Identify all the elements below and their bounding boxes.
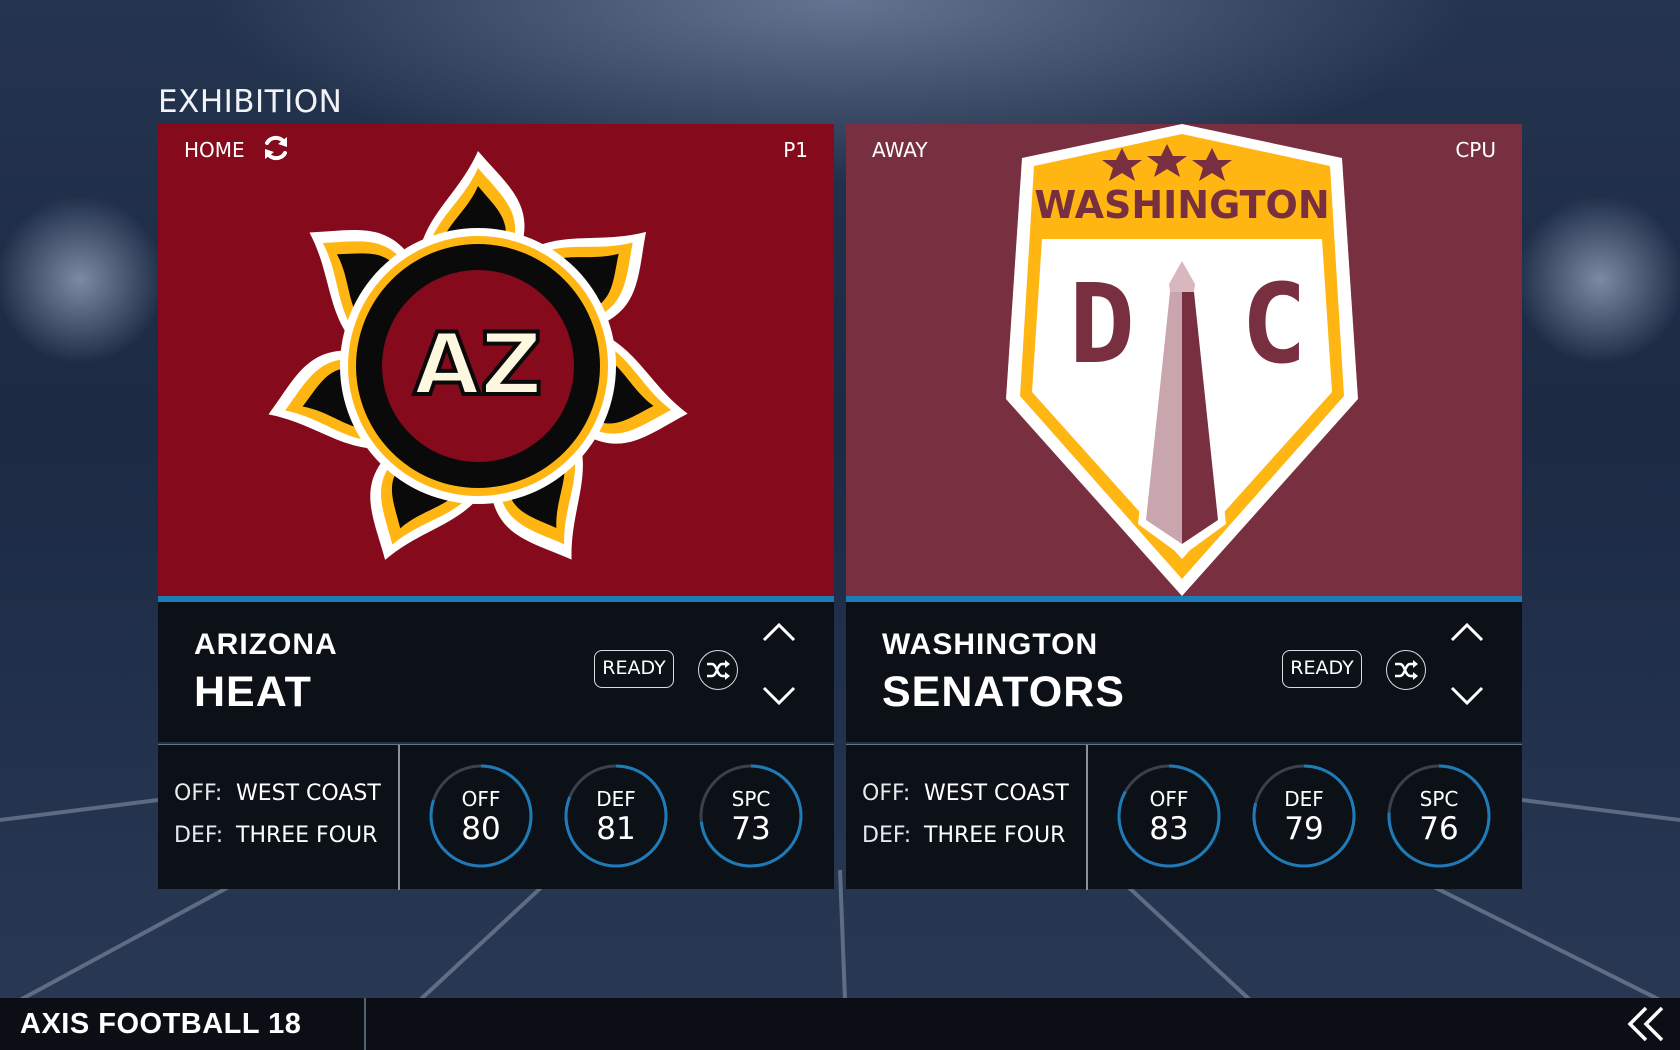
home-offense-scheme-row: OFF: WEST COAST [174,773,381,815]
washington-senators-logo: WASHINGTON D C [1006,124,1358,596]
home-defense-scheme: THREE FOUR [236,823,378,848]
home-logo-panel: HOME P1 AZ [158,124,834,596]
screen-title: EXHIBITION [158,84,343,120]
away-rating-spc: SPC 76 [1386,763,1492,869]
away-offense-scheme: WEST COAST [924,781,1069,806]
away-rating-off: OFF 83 [1116,763,1222,869]
rating-value: 79 [1284,811,1324,847]
rating-label: SPC [1419,787,1459,811]
bottom-bar: AXIS FOOTBALL 18 [0,998,1680,1050]
home-offense-scheme: WEST COAST [236,781,381,806]
rating-value: 80 [461,811,501,847]
home-name-panel: ARIZONA HEAT READY [158,602,834,742]
away-name-panel: WASHINGTON SENATORS READY [846,602,1522,742]
away-ready-button[interactable]: READY [1282,650,1362,688]
rating-label: DEF [1284,787,1324,811]
game-title: AXIS FOOTBALL 18 [20,1008,302,1040]
away-controller-label: CPU [1455,138,1496,162]
away-team-name: SENATORS [882,668,1125,716]
away-shuffle-button[interactable] [1386,650,1426,690]
rating-label: SPC [731,787,771,811]
chevron-down-icon[interactable] [762,686,796,706]
away-stats-panel: OFF: WEST COAST DEF: THREE FOUR OFF 83 DEF… [846,744,1522,890]
home-defense-scheme-row: DEF: THREE FOUR [174,815,381,857]
home-defense-key: DEF: [174,823,224,848]
away-team-card[interactable]: AWAY CPU WASHINGTON D C WASHINGTON SENAT… [846,124,1522,890]
home-team-card[interactable]: HOME P1 AZ ARIZONA HEAT READY OFF: WEST … [158,124,834,890]
rating-label: DEF [596,787,636,811]
home-team-name: HEAT [194,668,312,716]
away-defense-scheme: THREE FOUR [924,823,1066,848]
home-stats-panel: OFF: WEST COAST DEF: THREE FOUR OFF 80 DEF… [158,744,834,890]
shuffle-icon [707,660,730,680]
away-team-city: WASHINGTON [882,628,1099,661]
home-shuffle-button[interactable] [698,650,738,690]
svg-text:D: D [1069,260,1135,388]
chevron-up-icon[interactable] [1450,622,1484,642]
away-defense-key: DEF: [862,823,912,848]
home-rating-off: OFF 80 [428,763,534,869]
home-controller-label: P1 [783,138,808,162]
away-side-label: AWAY [872,138,928,162]
chevron-up-icon[interactable] [762,622,796,642]
away-offense-key: OFF: [862,781,911,806]
home-side-label: HOME [184,138,245,162]
bottom-divider [364,998,366,1050]
home-rating-spc: SPC 73 [698,763,804,869]
home-stats-divider [398,745,400,890]
svg-text:WASHINGTON: WASHINGTON [1034,183,1329,227]
away-logo-panel: AWAY CPU WASHINGTON D C [846,124,1522,596]
home-team-city: ARIZONA [194,628,338,661]
double-chevron-left-icon[interactable] [1626,1006,1666,1042]
away-offense-scheme-row: OFF: WEST COAST [862,773,1069,815]
home-ready-button[interactable]: READY [594,650,674,688]
shuffle-icon [1395,660,1418,680]
away-rating-def: DEF 79 [1251,763,1357,869]
away-schemes: OFF: WEST COAST DEF: THREE FOUR [862,773,1069,857]
svg-text:C: C [1241,260,1307,388]
away-stats-divider [1086,745,1088,890]
rating-label: OFF [461,787,501,811]
chevron-down-icon[interactable] [1450,686,1484,706]
rating-value: 83 [1149,811,1189,847]
rating-value: 76 [1419,811,1459,847]
rating-value: 81 [596,811,636,847]
away-defense-scheme-row: DEF: THREE FOUR [862,815,1069,857]
home-rating-def: DEF 81 [563,763,669,869]
rating-label: OFF [1149,787,1189,811]
home-offense-key: OFF: [174,781,223,806]
rating-value: 73 [731,811,771,847]
arizona-heat-logo: AZ [268,151,688,560]
svg-text:AZ: AZ [414,315,543,415]
home-schemes: OFF: WEST COAST DEF: THREE FOUR [174,773,381,857]
